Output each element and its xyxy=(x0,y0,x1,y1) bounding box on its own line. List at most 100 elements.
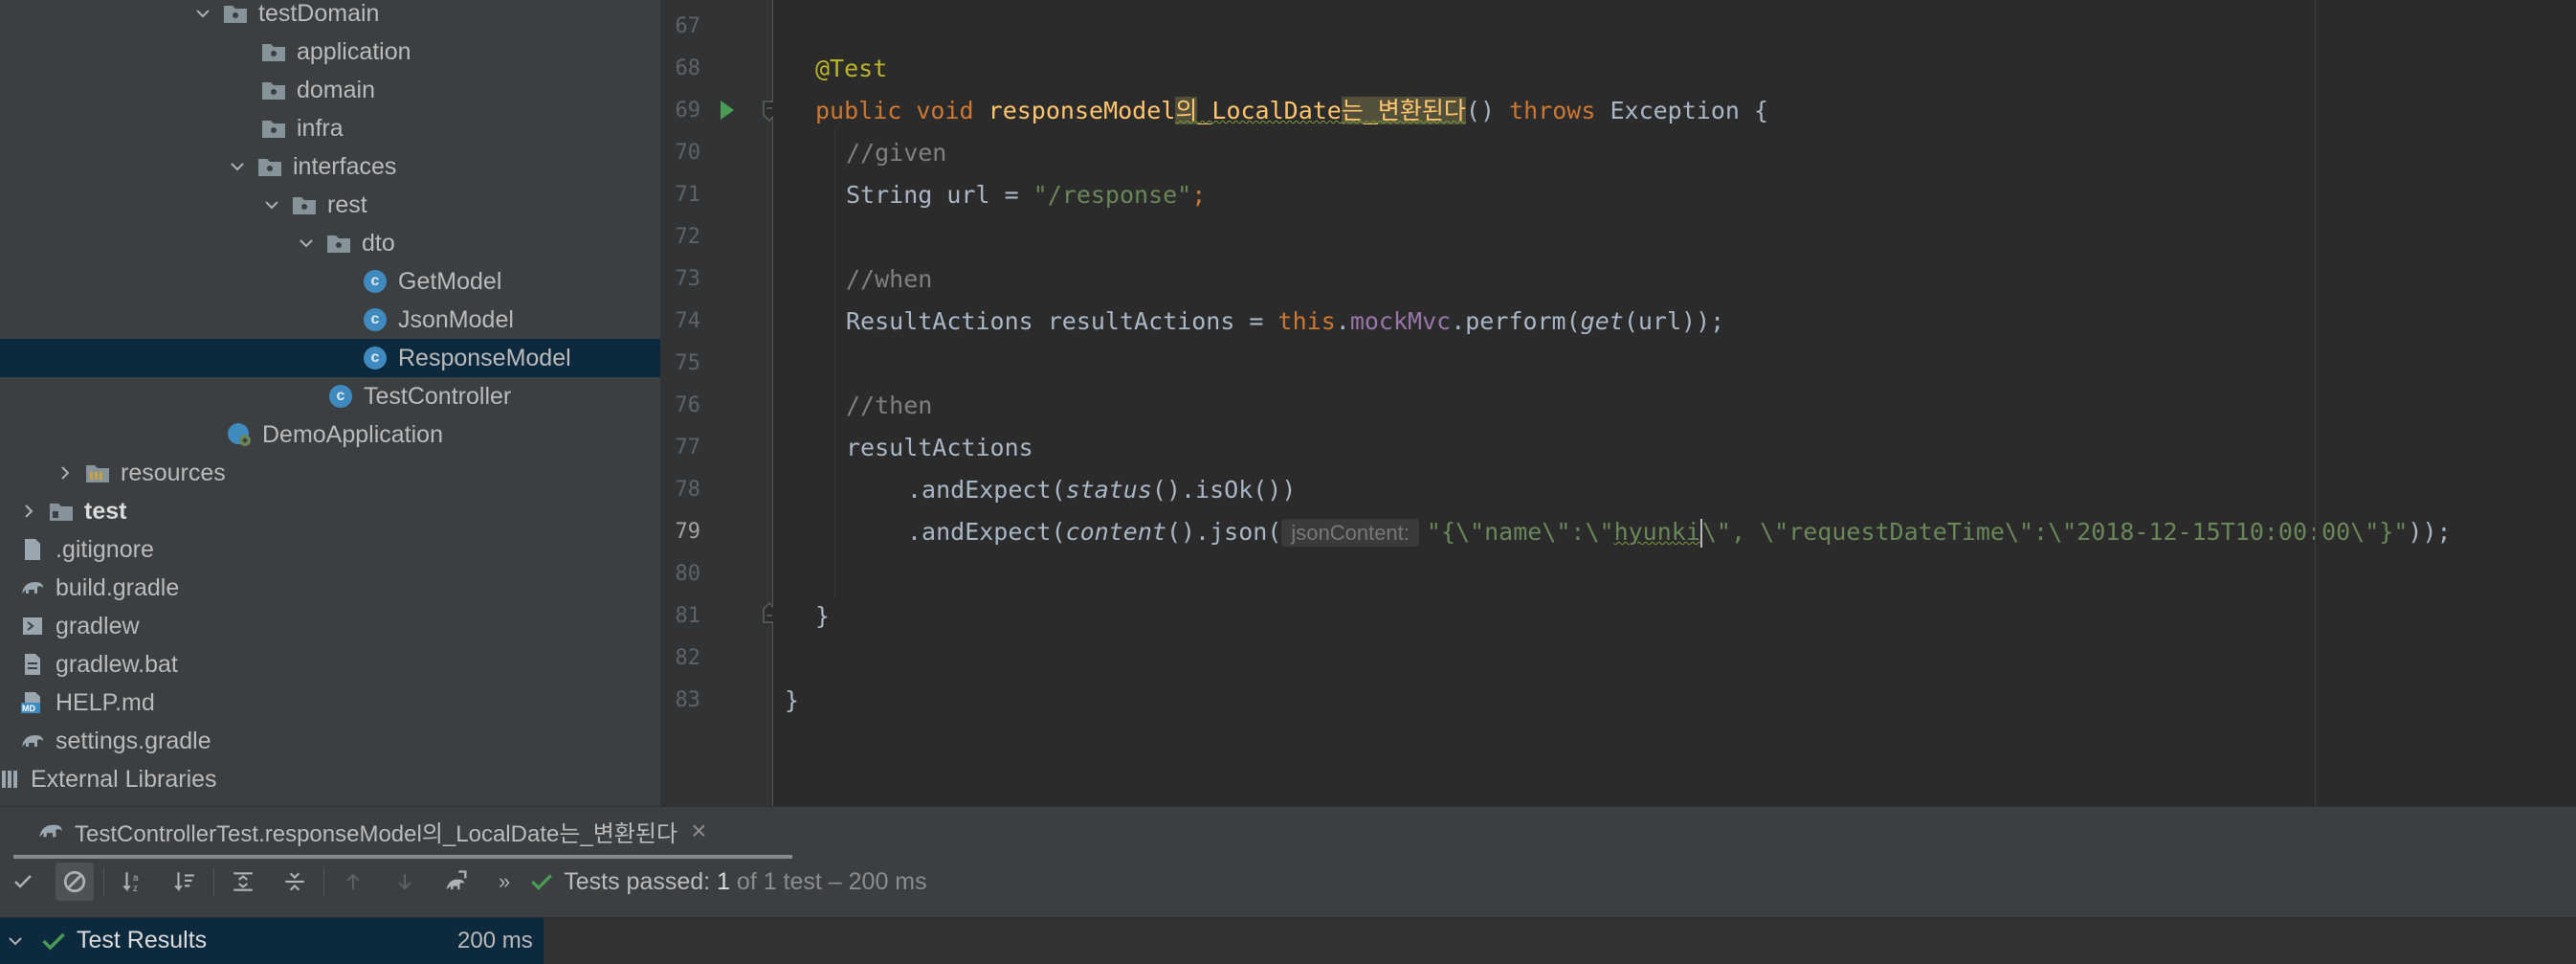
chevron-down-icon[interactable] xyxy=(226,155,249,178)
tree-item-domain[interactable]: domain xyxy=(0,71,660,109)
code-line-73: //when xyxy=(846,258,932,301)
tree-item-label: GetModel xyxy=(398,267,502,295)
line-number: 83 xyxy=(675,688,701,712)
tree-item-interfaces[interactable]: interfaces xyxy=(0,147,660,186)
tree-item-demoapplication[interactable]: DemoApplication xyxy=(0,415,660,454)
expand-all-icon[interactable] xyxy=(224,863,262,901)
chevron-right-icon[interactable] xyxy=(54,461,77,484)
chevron-down-icon[interactable] xyxy=(260,193,283,216)
check-icon xyxy=(40,928,67,954)
line-number: 68 xyxy=(675,56,701,80)
field-token: mockMvc xyxy=(1349,307,1452,335)
method-name-token: _LocalDate xyxy=(1197,97,1342,124)
code-token: . xyxy=(1335,307,1350,335)
chevron-down-icon[interactable] xyxy=(295,232,318,255)
comment-token: //given xyxy=(846,139,947,167)
tree-item-label: interfaces xyxy=(293,152,397,180)
line-number: 81 xyxy=(675,604,701,628)
tree-item-jsonmodel[interactable]: c JsonModel xyxy=(0,301,660,339)
code-token: .perform( xyxy=(1451,307,1581,335)
spring-app-icon xyxy=(226,421,253,448)
code-line-68: @Test xyxy=(815,48,887,90)
line-number: 69 xyxy=(675,99,701,123)
tree-item-resources[interactable]: resources xyxy=(0,454,660,492)
string-token: \", \"requestDateTime\":\"2018-12-15T10:… xyxy=(1701,518,2409,546)
tree-item-rest[interactable]: rest xyxy=(0,186,660,224)
show-passed-icon[interactable] xyxy=(4,863,42,901)
tree-item-label: .gitignore xyxy=(56,535,154,563)
tree-item-external-libraries[interactable]: External Libraries xyxy=(0,760,660,798)
type-token: Exception { xyxy=(1610,97,1769,124)
tree-item-testcontroller[interactable]: c TestController xyxy=(0,377,660,415)
library-icon xyxy=(0,766,27,793)
tree-item-label: gradlew.bat xyxy=(56,650,178,678)
test-results-label: Test Results xyxy=(77,927,208,953)
tree-item-getmodel[interactable]: c GetModel xyxy=(0,262,660,301)
sort-by-duration-icon[interactable] xyxy=(166,863,204,901)
line-number: 78 xyxy=(675,478,701,502)
tree-item-label: TestController xyxy=(364,382,512,410)
chevron-down-icon[interactable] xyxy=(191,2,214,25)
line-number: 71 xyxy=(675,183,701,207)
package-folder-icon xyxy=(291,191,318,218)
status-count: 1 xyxy=(717,867,730,895)
markdown-badge: MD xyxy=(22,704,35,713)
line-number: 70 xyxy=(675,141,701,165)
chevron-down-icon[interactable] xyxy=(6,931,25,951)
code-line-83: } xyxy=(785,680,799,722)
tree-item-gradlew-bat[interactable]: gradlew.bat xyxy=(0,645,660,684)
gradle-icon xyxy=(36,817,65,845)
toolbar-separator xyxy=(323,867,324,896)
tree-item-label: application xyxy=(297,37,411,65)
test-status-text: Tests passed: 1 of 1 test – 200 ms xyxy=(564,868,926,896)
run-test-icon[interactable] xyxy=(718,98,737,123)
keyword-token: public xyxy=(815,97,902,124)
status-prefix: Tests passed: xyxy=(564,867,718,895)
static-method-token: get xyxy=(1580,307,1624,335)
code-line-77: resultActions xyxy=(846,427,1033,469)
gradle-icon xyxy=(19,728,46,754)
check-icon xyxy=(529,869,554,894)
status-suffix: of 1 test – 200 ms xyxy=(729,867,927,895)
method-name-token: responseModel xyxy=(988,97,1176,124)
run-tab[interactable]: TestControllerTest.responseModel의_LocalD… xyxy=(36,807,706,855)
tree-item-gradlew[interactable]: gradlew xyxy=(0,607,660,645)
collapse-all-icon[interactable] xyxy=(276,863,314,901)
line-number: 77 xyxy=(675,436,701,460)
code-token: resultActions xyxy=(846,434,1033,461)
tree-item-build-gradle[interactable]: build.gradle xyxy=(0,569,660,607)
brace-token: } xyxy=(785,686,800,714)
code-editor[interactable]: @Test public void responseModel의_LocalDa… xyxy=(773,0,2576,806)
line-number: 80 xyxy=(675,562,701,586)
close-icon[interactable]: × xyxy=(691,816,706,846)
tree-item-responsemodel[interactable]: c ResponseModel xyxy=(0,339,660,377)
comment-token: //then xyxy=(846,392,933,419)
code-token: .andExpect( xyxy=(907,518,1066,546)
more-chevron-icon[interactable]: » xyxy=(499,869,510,894)
keyword-token: throws xyxy=(1509,97,1596,124)
tree-item-label: resources xyxy=(121,459,226,486)
run-toolbar: az » Tests passed: 1 of 1 test – 200 ms xyxy=(0,858,2576,906)
next-failed-icon[interactable] xyxy=(386,863,424,901)
code-line-79: .andExpect(content().json(jsonContent: "{… xyxy=(907,511,2452,553)
tree-item-help-md[interactable]: MD HELP.md xyxy=(0,684,660,722)
code-line-71: String url = "/response"; xyxy=(846,174,1206,216)
package-folder-icon xyxy=(222,0,249,27)
tree-item-gitignore[interactable]: .gitignore xyxy=(0,530,660,569)
tree-item-infra[interactable]: infra xyxy=(0,109,660,147)
tree-item-testdomain[interactable]: testDomain xyxy=(0,0,660,33)
show-ignored-icon[interactable] xyxy=(56,863,94,901)
sort-alphabetically-icon[interactable]: az xyxy=(114,863,152,901)
run-tab-bar: TestControllerTest.responseModel의_LocalD… xyxy=(0,806,2576,859)
previous-failed-icon[interactable] xyxy=(334,863,372,901)
package-folder-icon xyxy=(256,153,283,180)
tree-item-dto[interactable]: dto xyxy=(0,224,660,262)
tree-item-test[interactable]: test xyxy=(0,492,660,530)
tree-item-settings-gradle[interactable]: settings.gradle xyxy=(0,722,660,760)
tree-item-application[interactable]: application xyxy=(0,33,660,71)
import-tests-icon[interactable] xyxy=(437,863,476,901)
code-token: ().isOk()) xyxy=(1151,476,1297,504)
tree-item-label: gradlew xyxy=(56,612,140,639)
test-results-row[interactable]: Test Results 200 ms xyxy=(0,917,2576,964)
chevron-right-icon[interactable] xyxy=(17,500,40,523)
